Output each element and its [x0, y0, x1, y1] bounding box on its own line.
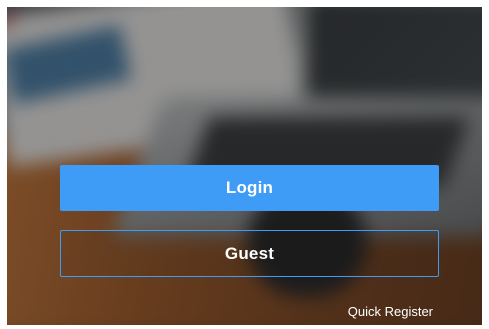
login-screen: Login Guest Quick Register: [7, 7, 482, 325]
guest-button-label: Guest: [224, 243, 275, 263]
guest-button[interactable]: Guest: [60, 230, 439, 277]
login-button[interactable]: Login: [60, 165, 439, 211]
quick-register-link[interactable]: Quick Register: [348, 304, 433, 319]
login-button-label: Login: [225, 178, 274, 197]
